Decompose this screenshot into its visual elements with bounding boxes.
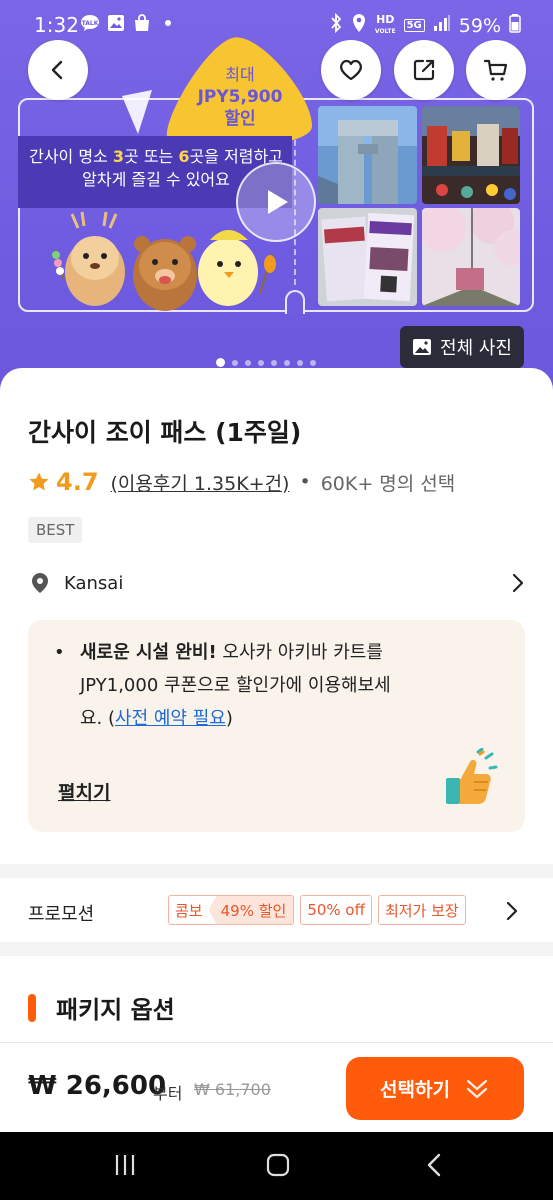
rating-separator: • xyxy=(299,471,311,493)
5g-icon: 5G xyxy=(403,19,425,32)
carousel-dot xyxy=(271,359,277,366)
system-navigation-bar xyxy=(0,1132,553,1200)
promo-line3: 할인 xyxy=(224,109,256,129)
all-photos-label: 전체 사진 xyxy=(440,338,512,359)
combo-chip: 콤보 49% 할인 xyxy=(168,895,295,925)
heart-icon xyxy=(340,59,362,81)
image-icon xyxy=(413,339,432,355)
sparkle-decoration xyxy=(122,90,152,134)
svg-text:TALK: TALK xyxy=(82,20,99,27)
wishlist-button[interactable] xyxy=(321,40,381,100)
location-row[interactable]: Kansai xyxy=(28,568,525,598)
rating-value: 4.7 xyxy=(56,468,99,496)
hero-photo-sakura-train xyxy=(422,208,520,306)
promo-line1: 최대 xyxy=(225,65,255,84)
lowest-price-chip: 최저가 보장 xyxy=(377,895,466,925)
price-from-label: 부터 xyxy=(153,1084,183,1103)
picks-count: 60K+ 명의 선택 xyxy=(320,472,456,495)
carousel-dot xyxy=(297,359,303,366)
promotion-chips: 콤보 49% 할인 50% off 최저가 보장 xyxy=(168,895,466,925)
battery-icon xyxy=(509,13,521,38)
play-video-button[interactable] xyxy=(236,162,316,242)
cart-button[interactable] xyxy=(466,40,526,100)
ticket-notch xyxy=(285,290,305,314)
location-label: Kansai xyxy=(64,572,124,594)
battery-percent: 59% xyxy=(458,14,501,37)
notice-box: • 새로운 시설 완비! 오사카 아키바 카트를 JPY1,000 쿠폰으로 할… xyxy=(28,620,525,832)
notice-bold: 새로운 시설 완비! xyxy=(80,642,217,663)
hero-photo-pass-cards xyxy=(318,208,417,306)
hero-photo-dotonbori xyxy=(422,106,520,204)
reviews-link[interactable]: (이용후기 1.35K+건) xyxy=(111,469,290,496)
back-nav-icon[interactable] xyxy=(422,1152,448,1178)
status-time: 1:32 xyxy=(34,13,79,37)
package-options-title: 패키지 옵션 xyxy=(56,996,175,1024)
cart-icon xyxy=(483,59,508,81)
back-button[interactable] xyxy=(28,40,88,100)
carousel-dot xyxy=(284,359,290,366)
select-button[interactable]: 선택하기 xyxy=(346,1057,524,1120)
original-price: ₩ 61,700 xyxy=(194,1080,271,1099)
promo-line2: JPY5,900 xyxy=(197,87,283,107)
chevron-right-icon xyxy=(512,573,524,593)
chevron-left-icon xyxy=(51,60,63,80)
combo-chip-label: 콤보 xyxy=(175,901,203,920)
section-accent-bar xyxy=(28,994,36,1022)
carousel-dot xyxy=(310,359,316,366)
gallery-icon xyxy=(106,13,126,33)
shopping-bag-icon xyxy=(132,13,152,33)
all-photos-button[interactable]: 전체 사진 xyxy=(400,326,524,368)
hero-photo-umeda-sky xyxy=(318,106,417,204)
package-options-section: 패키지 옵션 xyxy=(0,956,553,1046)
carousel-indicator xyxy=(216,358,316,367)
price: ₩ 26,600 xyxy=(28,1071,167,1101)
recent-apps-icon[interactable] xyxy=(112,1152,138,1178)
home-icon[interactable] xyxy=(265,1152,291,1178)
expand-button[interactable]: 펼치기 xyxy=(58,778,110,805)
hd-voice-icon: HD VOLTE xyxy=(374,12,396,35)
chevron-right-icon xyxy=(506,901,518,921)
location-pin-icon xyxy=(32,573,48,593)
play-icon xyxy=(268,190,288,214)
share-button[interactable] xyxy=(394,40,454,100)
bluetooth-icon xyxy=(329,12,343,38)
carousel-dot xyxy=(245,359,251,366)
notice-link[interactable]: 사전 예약 필요 xyxy=(115,708,226,729)
promo-badge: 최대 JPY5,900 할인 xyxy=(185,64,295,130)
signal-icon xyxy=(433,14,451,37)
best-badge: BEST xyxy=(28,517,83,543)
product-info-card: 간사이 조이 패스 (1주일) 4.7 (이용후기 1.35K+건) • 60K… xyxy=(0,368,553,864)
share-icon xyxy=(413,59,435,81)
thumbs-up-icon xyxy=(446,748,498,804)
carousel-dot xyxy=(258,359,264,366)
carousel-dot xyxy=(232,359,238,366)
hero-carousel[interactable]: 1:32 TALK HD VOLTE 5G 59% 최대 JPY5,900 할인… xyxy=(0,0,553,395)
notice-text: • 새로운 시설 완비! 오사카 아키바 카트를 JPY1,000 쿠폰으로 할… xyxy=(54,642,391,729)
select-button-label: 선택하기 xyxy=(380,1079,450,1101)
location-icon xyxy=(351,13,367,38)
bottom-purchase-bar: ₩ 26,600 부터 ₩ 61,700 선택하기 xyxy=(0,1042,553,1132)
double-chevron-down-icon xyxy=(466,1079,488,1098)
promotion-label: 프로모션 xyxy=(28,904,95,925)
combo-discount-label: 49% 할인 xyxy=(208,896,294,924)
promotion-row[interactable]: 프로모션 콤보 49% 할인 50% off 최저가 보장 xyxy=(0,878,553,942)
product-title: 간사이 조이 패스 (1주일) xyxy=(28,418,302,447)
star-icon xyxy=(29,472,49,491)
dot-icon xyxy=(158,13,178,33)
talk-icon: TALK xyxy=(80,13,100,33)
off-chip: 50% off xyxy=(300,895,372,925)
carousel-dot xyxy=(216,358,225,367)
rating-row: 4.7 (이용후기 1.35K+건) • 60K+ 명의 선택 xyxy=(28,468,455,496)
